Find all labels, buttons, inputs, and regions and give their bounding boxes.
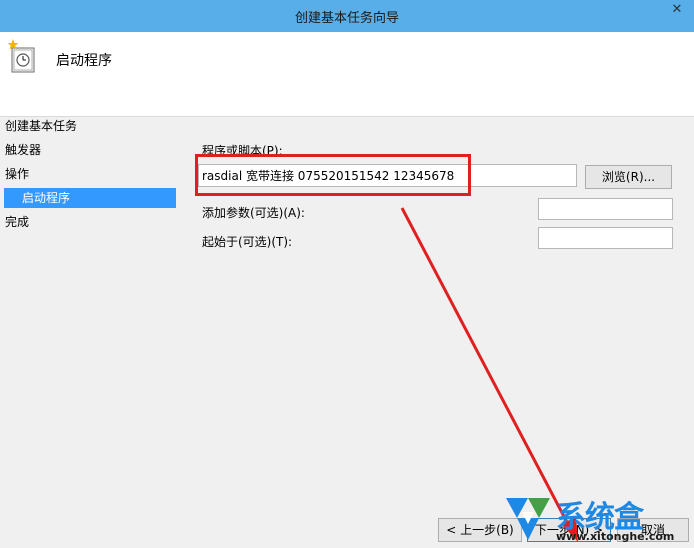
close-button[interactable]: ✕ [660,0,694,20]
args-label: 添加参数(可选)(A): [202,206,305,220]
nav-item-start-program: 启动程序 [4,188,176,208]
wizard-steps-nav: 创建基本任务 触发器 操作 启动程序 完成 [0,116,190,548]
nav-item-create-task: 创建基本任务 [5,119,78,133]
task-scheduler-clock-icon [7,39,35,73]
title-bar: 创建基本任务向导 ✕ [0,0,694,32]
args-input[interactable] [538,198,673,220]
program-input[interactable] [198,164,577,187]
start-in-input[interactable] [538,227,673,249]
watermark-url: www.xitonghe.com [556,530,675,543]
watermark-logo-icon [506,498,550,540]
page-title: 启动程序 [56,53,112,69]
nav-item-finish: 完成 [5,215,30,229]
start-in-label: 起始于(可选)(T): [202,235,293,249]
watermark: 系统盒 www.xitonghe.com [500,492,694,548]
nav-item-trigger: 触发器 [5,143,42,157]
nav-item-action: 操作 [5,167,30,181]
program-label: 程序或脚本(P): [202,144,283,158]
window-title: 创建基本任务向导 [294,11,399,26]
close-icon: ✕ [671,2,683,17]
wizard-header: 启动程序 [0,32,694,117]
browse-button[interactable]: 浏览(R)... [585,165,672,189]
